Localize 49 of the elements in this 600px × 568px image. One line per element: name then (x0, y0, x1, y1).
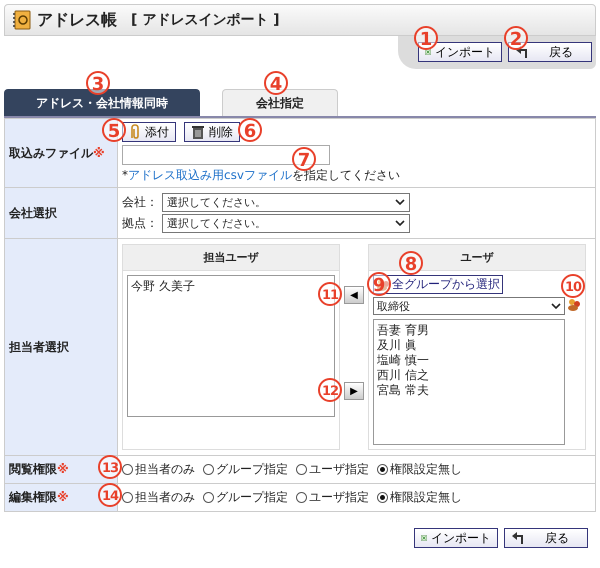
list-item[interactable]: 吾妻 育男 (377, 323, 561, 338)
callout-marker: 12 (318, 378, 342, 402)
page-title: アドレス帳 (37, 10, 117, 30)
field-label: 取込みファイル※ (9, 146, 105, 160)
callout-marker: 8 (399, 251, 423, 275)
move-button[interactable]: ◀ (344, 286, 364, 304)
callout-marker: 1 (414, 26, 438, 50)
panel-header: 担当ユーザ (123, 245, 339, 271)
csv-file-link[interactable]: アドレス取込み用csvファイル (128, 168, 292, 182)
select-field[interactable]: 選択してください。 (162, 214, 410, 233)
import-button[interactable]: インポート (414, 528, 498, 548)
callout-marker: 4 (264, 71, 288, 95)
attach-button[interactable]: 添付 (122, 122, 176, 142)
callout-marker: 2 (504, 26, 528, 50)
callout-marker: 11 (318, 282, 342, 306)
radio-option[interactable]: 担当者のみ (122, 489, 195, 506)
callout-marker: 3 (86, 71, 110, 95)
callout-marker: 5 (102, 118, 126, 142)
user-list[interactable]: 吾妻 育男 及川 眞 塩崎 慎一 西川 信之 宮島 常夫 (373, 319, 565, 445)
radio-option[interactable]: 権限設定無し (377, 489, 462, 506)
field-label: 会社選択 (9, 206, 57, 220)
callout-marker: 14 (98, 483, 122, 507)
move-button[interactable]: ▶ (344, 382, 364, 400)
radio-option[interactable]: グループ指定 (203, 489, 288, 506)
radio-option[interactable]: ユーザ指定 (296, 461, 369, 478)
list-item[interactable]: 及川 眞 (377, 338, 561, 353)
list-item[interactable]: 西川 信之 (377, 368, 561, 383)
field-label: 閲覧権限※ (9, 462, 69, 476)
radio-option[interactable]: 担当者のみ (122, 461, 195, 478)
tab[interactable]: 会社指定 (222, 89, 338, 116)
tab[interactable]: アドレス・会社情報同時 (4, 89, 200, 116)
select-label: 会社： (122, 194, 158, 211)
radio-option[interactable]: グループ指定 (203, 461, 288, 478)
select-field[interactable]: 選択してください。 (162, 193, 410, 212)
list-item[interactable]: 宮島 常夫 (377, 383, 561, 398)
select-label: 拠点： (122, 215, 158, 232)
callout-marker: 13 (98, 455, 122, 479)
field-label: 編集権限※ (9, 490, 69, 504)
group-select[interactable]: 取締役 (373, 297, 565, 315)
callout-marker: 6 (238, 118, 262, 142)
callout-marker: 10 (561, 274, 585, 298)
radio-option[interactable]: ユーザ指定 (296, 489, 369, 506)
page-subtitle: [ アドレスインポート ] (131, 11, 280, 29)
list-item[interactable]: 塩崎 慎一 (377, 353, 561, 368)
hint-text: *アドレス取込み用csvファイルを指定してください (122, 168, 400, 182)
field-label: 担当者選択 (9, 340, 69, 354)
back-button[interactable]: 戻る (504, 528, 588, 548)
delete-button[interactable]: 削除 (184, 122, 240, 142)
radio-option[interactable]: 権限設定無し (377, 461, 462, 478)
